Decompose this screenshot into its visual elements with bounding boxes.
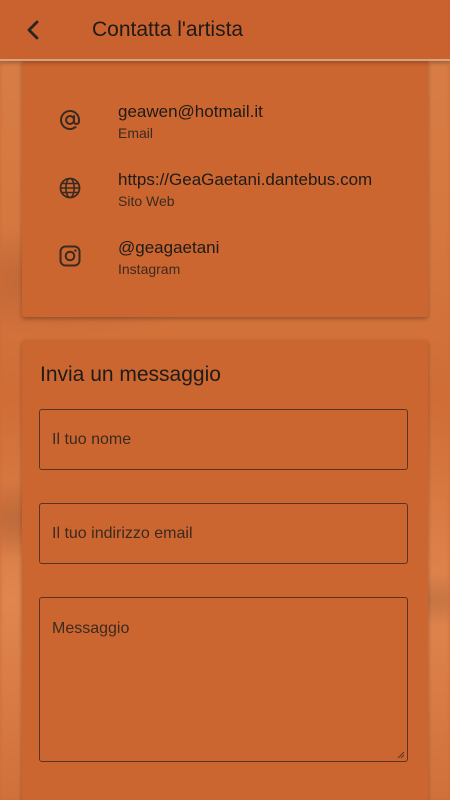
name-input[interactable]: Il tuo nome xyxy=(39,409,408,470)
globe-icon xyxy=(59,177,81,199)
message-textarea-placeholder: Messaggio xyxy=(52,620,130,637)
email-input[interactable]: Il tuo indirizzo email xyxy=(39,503,408,564)
contact-website-label: Sito Web xyxy=(118,193,175,209)
contact-website-value: https://GeaGaetani.dantebus.com xyxy=(118,170,373,189)
contact-row-email[interactable]: geawen@hotmail.it Email xyxy=(22,102,428,152)
chevron-left-icon xyxy=(27,20,39,39)
contact-email-label: Email xyxy=(118,125,154,141)
message-textarea[interactable]: Messaggio xyxy=(39,597,408,762)
contact-row-website[interactable]: https://GeaGaetani.dantebus.com Sito Web xyxy=(22,170,428,220)
app-bar: Contatta l'artista xyxy=(0,0,450,61)
at-sign-icon xyxy=(60,109,80,130)
contact-instagram-value: @geagaetani xyxy=(118,238,220,257)
back-button[interactable] xyxy=(14,10,54,50)
page-title: Contatta l'artista xyxy=(92,17,244,41)
contact-row-instagram[interactable]: @geagaetani Instagram xyxy=(22,238,428,288)
form-title: Invia un messaggio xyxy=(40,363,221,386)
resize-handle-icon[interactable] xyxy=(397,751,405,759)
contact-email-value: geawen@hotmail.it xyxy=(118,102,263,121)
contacts-card: geawen@hotmail.it Email https://GeaGaeta… xyxy=(22,60,428,317)
email-input-placeholder: Il tuo indirizzo email xyxy=(52,525,193,542)
name-input-placeholder: Il tuo nome xyxy=(52,431,132,448)
instagram-icon xyxy=(59,245,81,267)
message-form-card: Invia un messaggio Il tuo nome Il tuo in… xyxy=(22,340,428,800)
contact-instagram-label: Instagram xyxy=(118,261,181,277)
